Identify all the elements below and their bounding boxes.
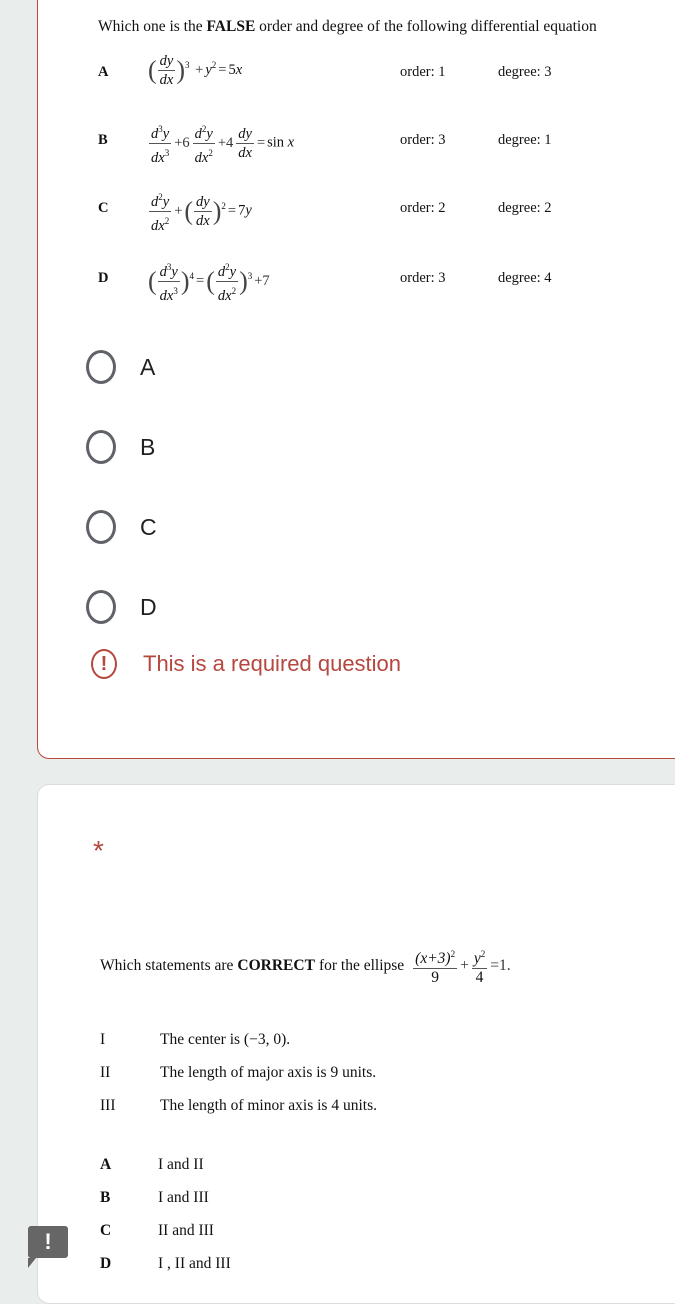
ellipse-equation: (x+3)2 9 + y2 4 =1. — [412, 945, 512, 987]
choice-label: C — [100, 1222, 112, 1239]
order-value: order: 3 — [400, 270, 446, 286]
statement-text: The length of major axis is 9 units. — [160, 1064, 377, 1081]
degree-value: degree: 2 — [498, 200, 552, 216]
equation: (dy dx)3 + y2 = 5x — [148, 53, 243, 88]
title-text: order and degree of the following differ… — [259, 18, 597, 35]
question-card-2: * Which statements are CORRECT for the e… — [37, 784, 675, 1304]
degree-value: degree: 4 — [498, 270, 552, 286]
statement-number: I — [100, 1031, 106, 1048]
degree-value: degree: 1 — [498, 132, 552, 148]
question-1-title: Which one is the FALSE order and degree … — [98, 18, 597, 36]
radio-button[interactable] — [86, 590, 116, 624]
statement-text: The length of minor axis is 4 units. — [160, 1097, 377, 1114]
equation: d2y dx2 +(dy dx)2 = 7y — [148, 188, 252, 235]
radio-button[interactable] — [86, 430, 116, 464]
row-label: C — [98, 200, 109, 216]
title-emphasis: FALSE — [206, 18, 256, 35]
question-card-1: Which one is the FALSE order and degree … — [37, 0, 675, 759]
statement-text: The center is (−3, 0). — [160, 1031, 291, 1048]
exclamation-icon: ! — [44, 1229, 52, 1254]
question-2-title: Which statements are CORRECT for the ell… — [100, 945, 513, 987]
order-value: order: 2 — [400, 200, 446, 216]
row-label: B — [98, 132, 108, 148]
choice-text: I and II — [158, 1156, 204, 1173]
row-label: A — [98, 64, 109, 80]
radio-option-c[interactable]: C — [86, 507, 157, 547]
order-value: order: 1 — [400, 64, 446, 80]
choice-label: D — [100, 1255, 112, 1272]
option-label: D — [140, 593, 157, 620]
title-text: Which statements are — [100, 957, 234, 975]
title-text: for the ellipse — [318, 957, 405, 975]
row-label: D — [98, 270, 109, 286]
error-icon: ! — [91, 649, 117, 679]
equation: (d3y dx3)4 =(d2y dx2)3 +7 — [148, 258, 272, 305]
choice-text: I , II and III — [158, 1255, 231, 1272]
option-label: B — [140, 433, 156, 460]
statement-number: III — [100, 1097, 116, 1114]
title-emphasis: CORRECT — [237, 957, 315, 975]
radio-option-b[interactable]: B — [86, 427, 155, 467]
choice-text: I and III — [158, 1189, 209, 1206]
choice-label: A — [100, 1156, 112, 1173]
radio-option-d[interactable]: D — [86, 587, 157, 627]
required-asterisk: * — [93, 835, 104, 866]
radio-button[interactable] — [86, 510, 116, 544]
report-issue-button[interactable]: ! — [28, 1226, 68, 1268]
option-label: C — [140, 513, 157, 540]
option-label: A — [140, 353, 156, 380]
required-error: ! This is a required question — [91, 649, 401, 679]
radio-button[interactable] — [86, 350, 116, 384]
title-text: Which one is the — [98, 18, 203, 35]
choice-text: II and III — [158, 1222, 214, 1239]
degree-value: degree: 3 — [498, 64, 552, 80]
statement-number: II — [100, 1064, 111, 1081]
error-message: This is a required question — [143, 651, 402, 676]
choice-label: B — [100, 1189, 111, 1206]
order-value: order: 3 — [400, 132, 446, 148]
radio-option-a[interactable]: A — [86, 347, 155, 387]
equation: d3y dx3 +6 d2y dx2 +4 dy dx = sin x — [148, 120, 294, 167]
